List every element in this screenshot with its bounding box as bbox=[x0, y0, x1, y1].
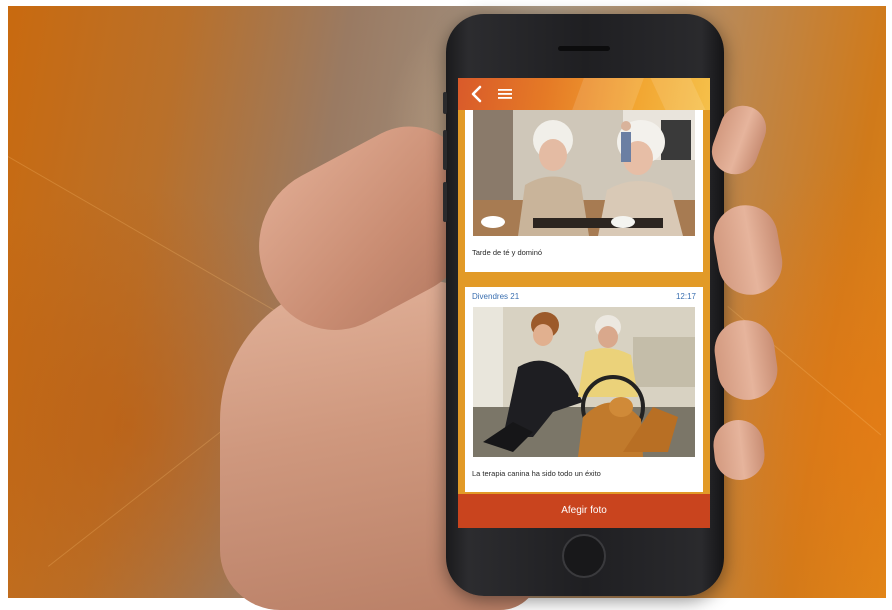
feed-photo-dominoes[interactable] bbox=[473, 110, 695, 236]
phone-mute-switch bbox=[443, 92, 447, 114]
feed-caption: La terapia canina ha sido todo un éxito bbox=[472, 469, 601, 478]
phone-volume-up bbox=[443, 130, 447, 170]
back-chevron-icon[interactable] bbox=[468, 85, 486, 103]
photo-elderly-women-dominoes bbox=[473, 110, 695, 236]
app-screen: Tarde de té y dominó Divendres 21 12:17 bbox=[458, 78, 710, 528]
add-photo-button[interactable]: Afegir foto bbox=[458, 494, 710, 528]
header-decoration bbox=[650, 78, 706, 110]
feed-card-1[interactable]: Tarde de té y dominó bbox=[465, 98, 703, 272]
feed-caption: Tarde de té y dominó bbox=[472, 248, 543, 257]
app-header bbox=[458, 78, 710, 110]
phone-home-button bbox=[562, 534, 606, 578]
feed-time: 12:17 bbox=[675, 292, 696, 301]
phone-volume-down bbox=[443, 182, 447, 222]
feed-card-2[interactable]: Divendres 21 12:17 La terapia canina ha … bbox=[465, 287, 703, 492]
phone-speaker bbox=[558, 46, 610, 51]
feed-photo-dog-therapy[interactable] bbox=[473, 307, 695, 457]
feed-date: Divendres 21 bbox=[472, 292, 520, 301]
hamburger-menu-icon[interactable] bbox=[498, 87, 512, 101]
photo-dog-therapy bbox=[473, 307, 695, 457]
header-decoration bbox=[572, 78, 644, 110]
